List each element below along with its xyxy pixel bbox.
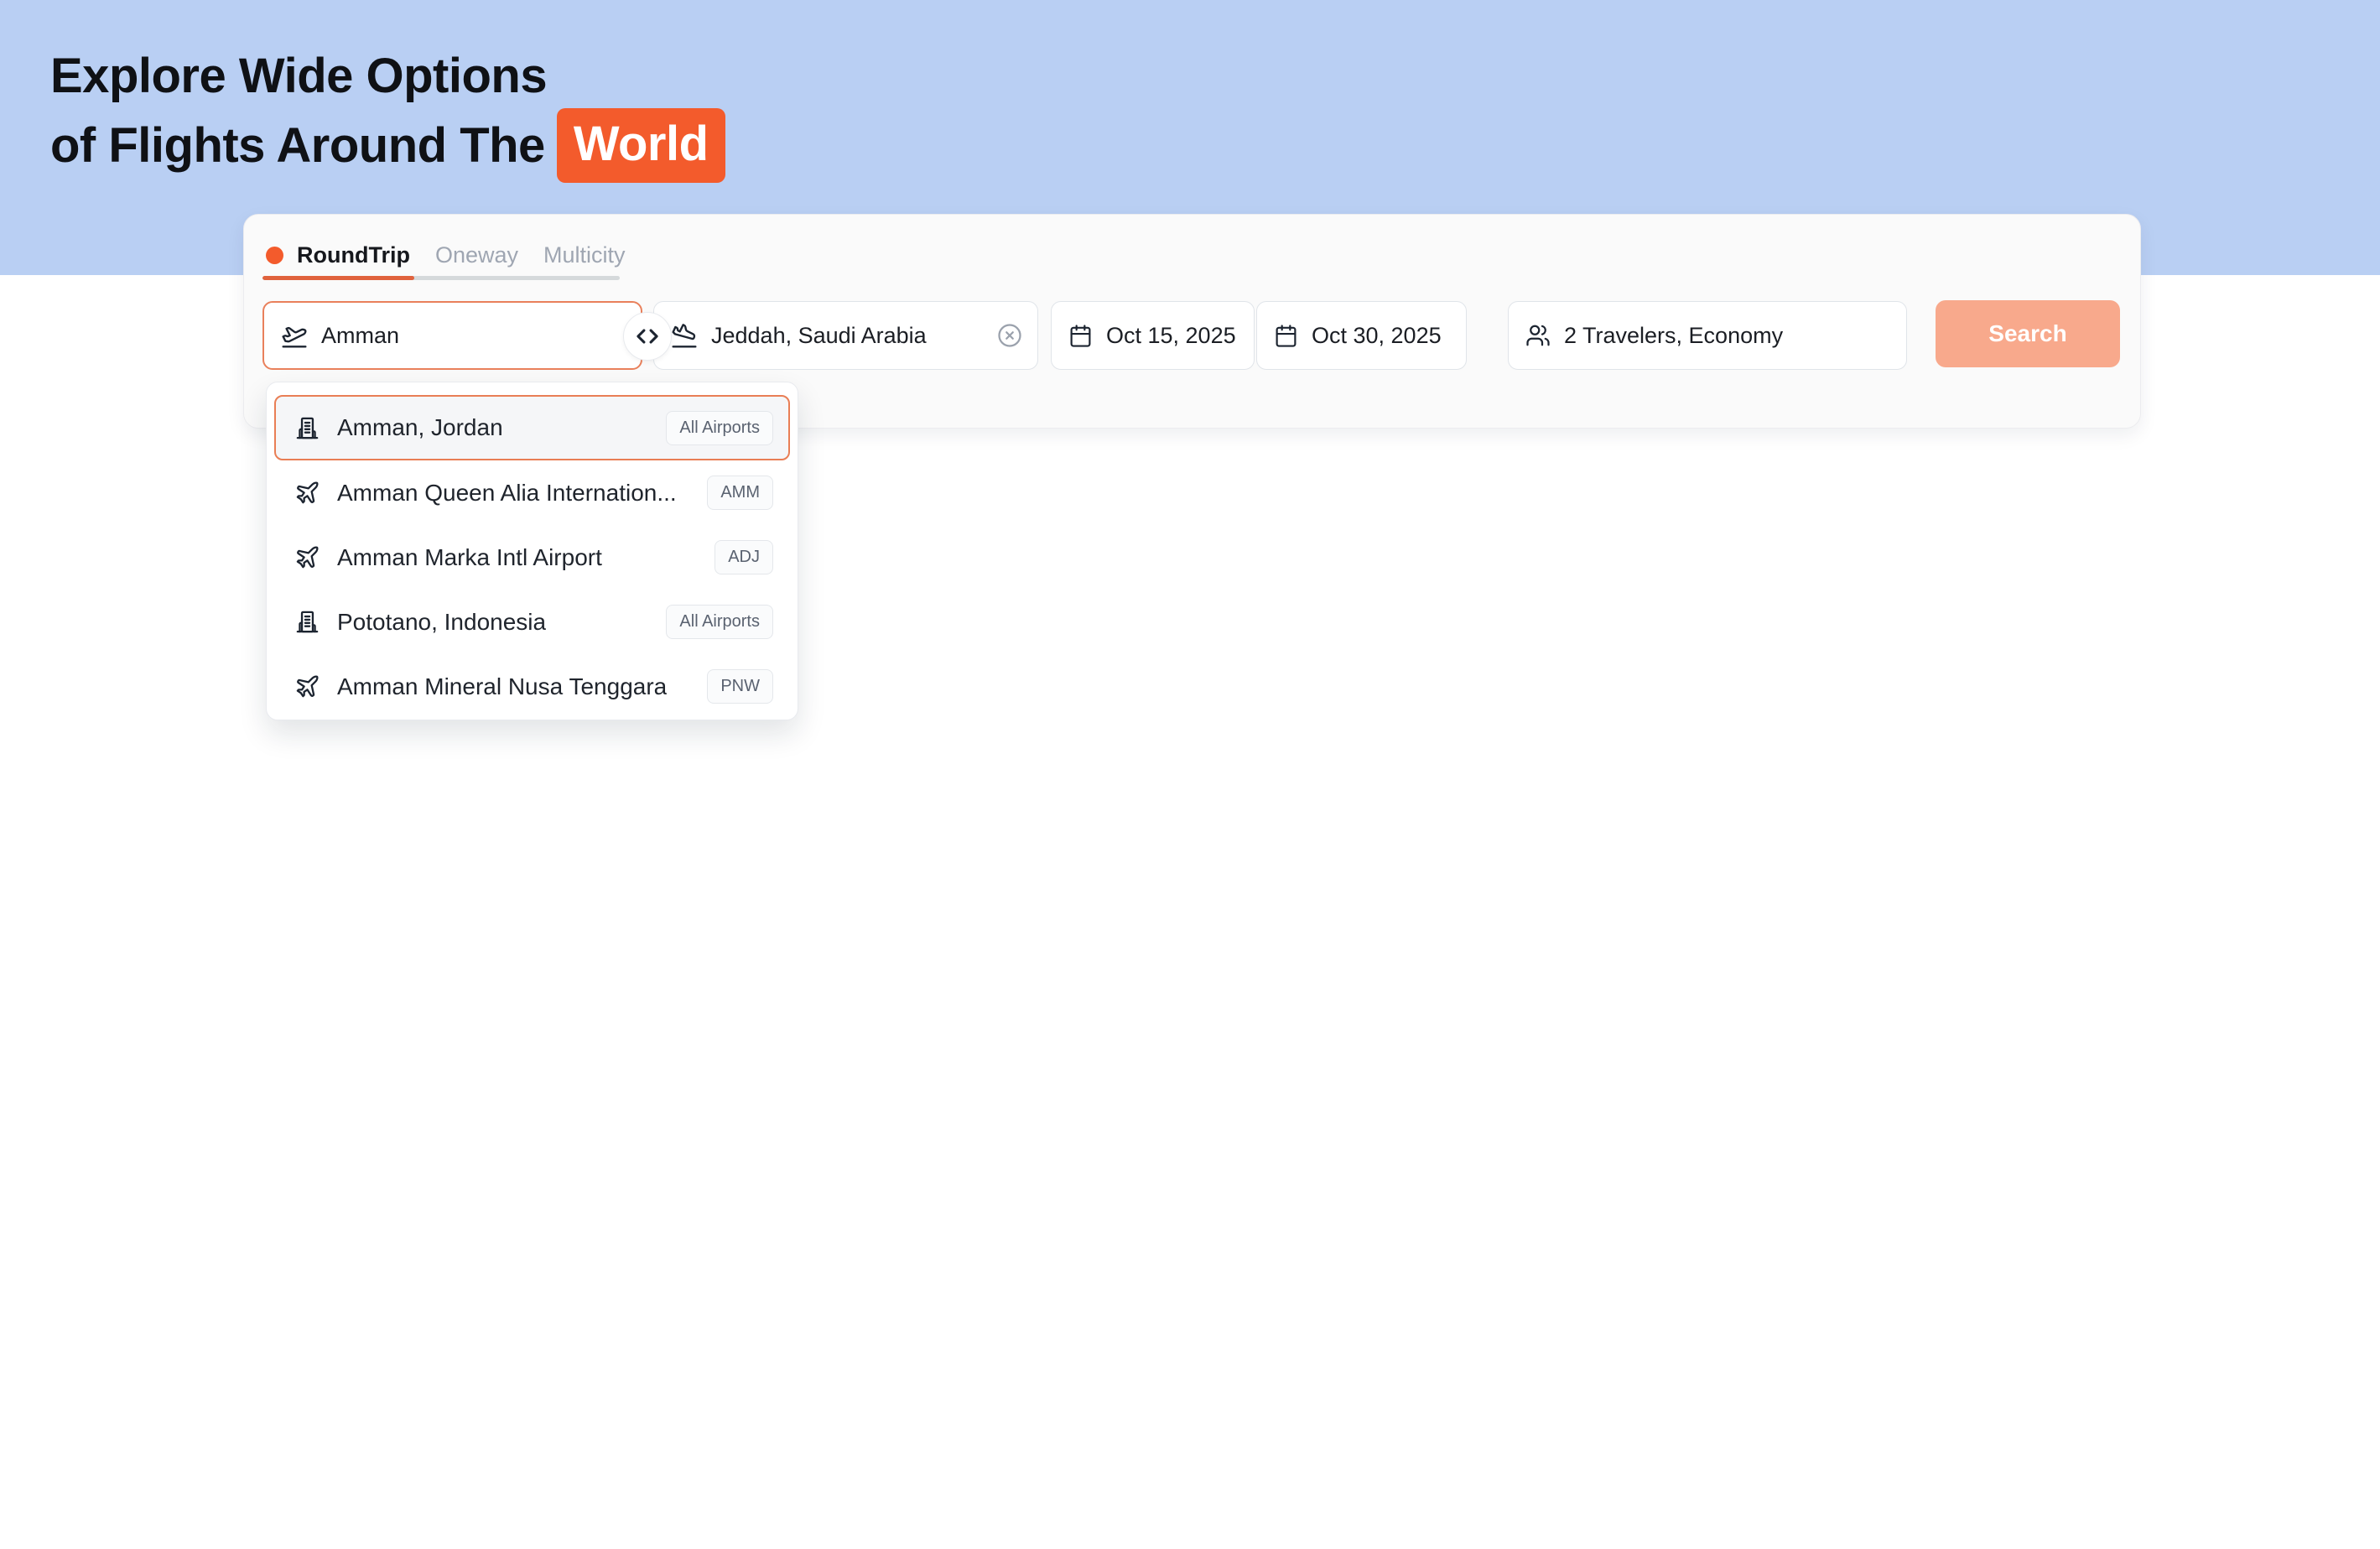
suggestion-badge: AMM [707,476,773,510]
suggestion-label: Amman, Jordan [337,414,503,441]
page-title-line2: of Flights Around The [50,113,545,178]
tab-oneway[interactable]: Oneway [435,242,518,268]
tab-roundtrip-label: RoundTrip [297,242,410,268]
city-building-icon [294,609,320,635]
suggestion-badge: All Airports [666,605,773,639]
suggestion-item-amman-mineral[interactable]: Amman Mineral Nusa Tenggara PNW [274,654,790,719]
page-title: Explore Wide Options of Flights Around T… [50,44,725,183]
suggestion-label: Amman Mineral Nusa Tenggara [337,673,667,700]
tab-underline-active [262,276,414,280]
city-building-icon [294,415,320,441]
title-highlight-badge: World [557,108,725,183]
calendar-icon [1068,324,1093,348]
plane-icon [294,480,320,506]
depart-date-value: Oct 15, 2025 [1106,323,1236,349]
suggestion-item-queen-alia[interactable]: Amman Queen Alia Internation... AMM [274,460,790,525]
plane-takeoff-icon [281,322,308,349]
calendar-icon [1274,324,1298,348]
suggestion-badge: All Airports [666,411,773,445]
suggestion-label: Amman Marka Intl Airport [337,544,602,571]
travelers-value: 2 Travelers, Economy [1564,323,1783,349]
destination-field[interactable]: Jeddah, Saudi Arabia [653,301,1038,370]
tab-multicity[interactable]: Multicity [543,242,626,268]
trip-type-tabs: RoundTrip Oneway Multicity [266,242,626,268]
suggestion-item-pototano[interactable]: Pototano, Indonesia All Airports [274,590,790,654]
circle-x-icon [997,323,1022,348]
suggestion-badge: ADJ [715,540,773,574]
tab-multicity-label: Multicity [543,242,626,268]
depart-date-field[interactable]: Oct 15, 2025 [1051,301,1255,370]
tab-oneway-label: Oneway [435,242,518,268]
origin-input[interactable] [321,323,626,349]
plane-landing-icon [671,322,698,349]
tab-roundtrip[interactable]: RoundTrip [266,242,410,268]
swap-chevrons-icon [636,325,659,348]
origin-field[interactable] [262,301,642,370]
airport-suggestions-dropdown: Amman, Jordan All Airports Amman Queen A… [266,382,798,720]
suggestion-badge: PNW [707,669,773,704]
suggestion-label: Pototano, Indonesia [337,609,546,636]
search-button[interactable]: Search [1936,300,2120,367]
return-date-value: Oct 30, 2025 [1312,323,1442,349]
suggestion-label: Amman Queen Alia Internation... [337,480,677,507]
clear-destination-button[interactable] [997,323,1022,348]
plane-icon [294,544,320,570]
page-title-line1: Explore Wide Options [50,44,547,108]
travelers-users-icon [1525,323,1551,348]
swap-origin-destination-button[interactable] [623,312,672,361]
return-date-field[interactable]: Oct 30, 2025 [1256,301,1467,370]
suggestion-item-marka[interactable]: Amman Marka Intl Airport ADJ [274,525,790,590]
destination-value: Jeddah, Saudi Arabia [711,323,987,349]
travelers-field[interactable]: 2 Travelers, Economy [1508,301,1907,370]
tab-underline-track [262,276,620,280]
suggestion-item-amman-jordan[interactable]: Amman, Jordan All Airports [274,395,790,460]
active-tab-dot-icon [266,247,283,264]
plane-icon [294,673,320,699]
